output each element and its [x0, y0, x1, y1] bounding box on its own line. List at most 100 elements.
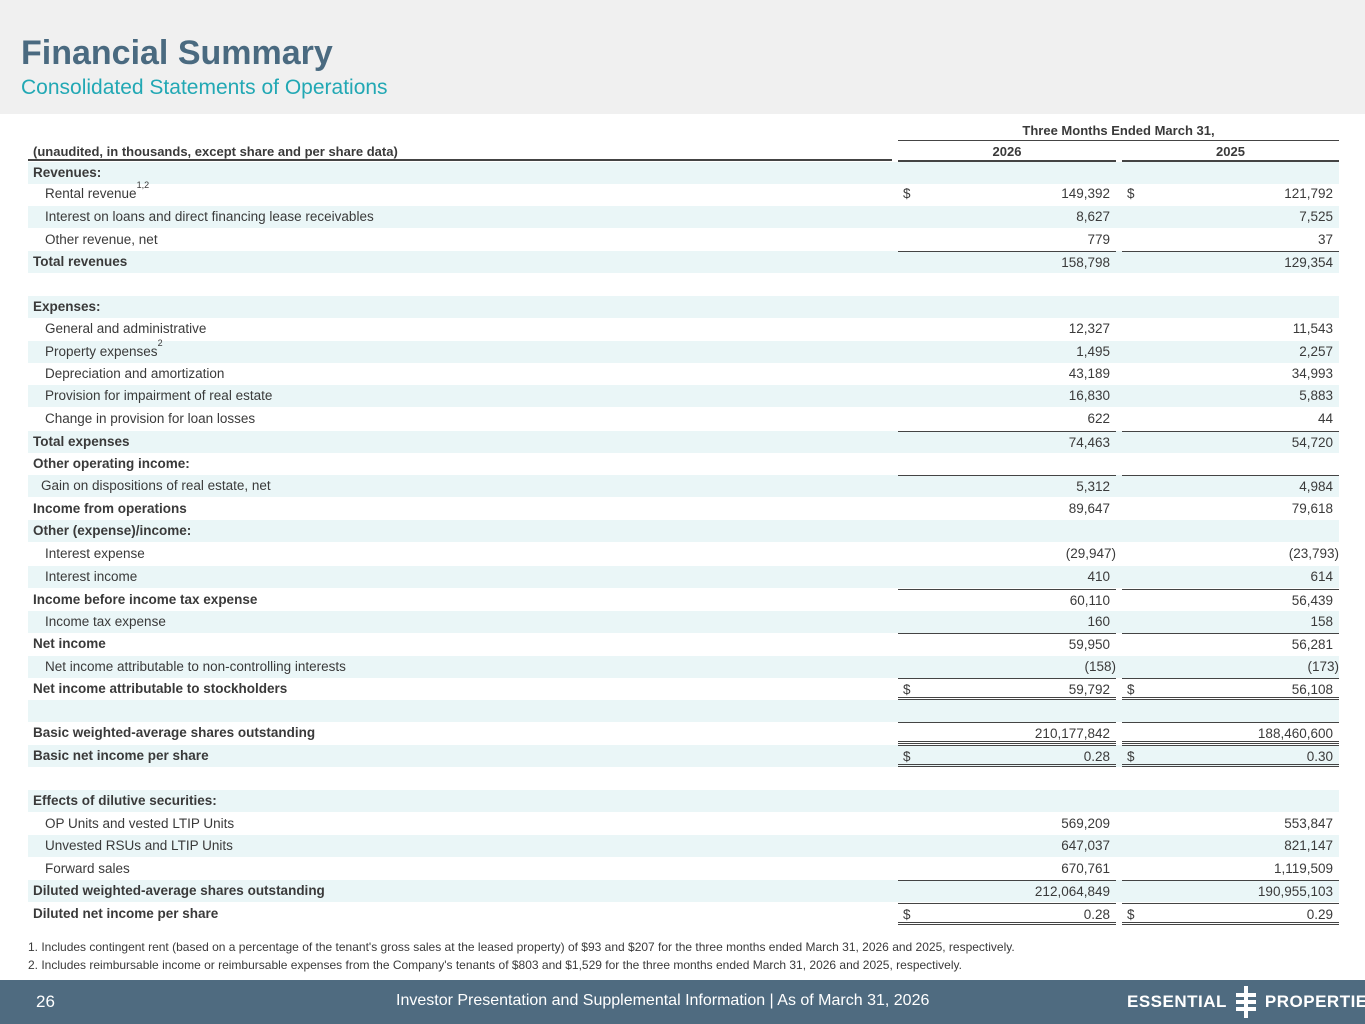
- table-row: Basic net income per share $0.28 $0.30: [28, 745, 1339, 767]
- currency-symbol: $: [903, 682, 911, 697]
- value-cell-2025: 56,281: [1122, 633, 1339, 655]
- table-row: Net income attributable to non-controlli…: [28, 656, 1339, 678]
- value-cell-2025: (23,793): [1122, 543, 1339, 565]
- table-row: Gain on dispositions of real estate, net…: [28, 475, 1339, 497]
- table-row: [28, 273, 1339, 295]
- year-header-2025: 2025: [1122, 142, 1339, 162]
- value-cell-2025: 11,543: [1122, 318, 1339, 340]
- value-cell-2026: 59,950: [898, 633, 1116, 655]
- row-label: Interest income: [45, 569, 138, 584]
- table-row: General and administrative 12,327 11,543: [28, 318, 1339, 340]
- value-cell-2026: 8,627: [898, 206, 1116, 228]
- table-row: Diluted net income per share $0.28 $0.29: [28, 903, 1339, 925]
- value-cell-2026: 16,830: [898, 385, 1116, 407]
- cell-value: 44: [1317, 411, 1333, 426]
- cell-value: 37: [1317, 232, 1333, 247]
- value-cell-2025: 1,119,509: [1122, 858, 1339, 880]
- value-cell-2026: 779: [898, 229, 1116, 251]
- footnotes: 1. Includes contingent rent (based on a …: [28, 938, 1015, 974]
- table-row: Basic weighted-average shares outstandin…: [28, 722, 1339, 744]
- row-label: Basic weighted-average shares outstandin…: [33, 725, 316, 740]
- cell-value: 779: [1087, 232, 1110, 247]
- table-row: Interest expense (29,947) (23,793): [28, 543, 1339, 565]
- table-row: Income before income tax expense 60,110 56…: [28, 589, 1339, 611]
- value-cell-2025: $121,792: [1122, 183, 1339, 205]
- table-row: Expenses:: [28, 296, 1339, 318]
- cell-value: 43,189: [1068, 366, 1110, 381]
- value-cell-2025: 34,993: [1122, 363, 1339, 385]
- footer-bar: 26 Investor Presentation and Supplementa…: [0, 980, 1365, 1024]
- value-cell-2026: 569,209: [898, 813, 1116, 835]
- value-cell-2026: 212,064,849: [898, 880, 1116, 902]
- row-label: Interest on loans and direct financing l…: [45, 209, 374, 224]
- row-label: Interest expense: [45, 546, 145, 561]
- currency-symbol: $: [1127, 749, 1135, 764]
- table-row: Forward sales 670,761 1,119,509: [28, 858, 1339, 880]
- row-label: Diluted weighted-average shares outstand…: [33, 883, 325, 898]
- table-row: Other (expense)/income:: [28, 520, 1339, 542]
- cell-value: 11,543: [1292, 321, 1333, 336]
- footnote-2: 2. Includes reimbursable income or reimb…: [28, 958, 962, 972]
- value-cell-2025: 37: [1122, 229, 1339, 251]
- cell-value: 614: [1310, 569, 1333, 584]
- table-row: Other revenue, net 779 37: [28, 229, 1339, 251]
- cell-value: 410: [1087, 569, 1110, 584]
- table-row: [28, 700, 1339, 722]
- row-label: Net income attributable to non-controlli…: [45, 659, 346, 674]
- cell-value: 12,327: [1068, 321, 1110, 336]
- row-label: Income from operations: [33, 501, 187, 516]
- row-label: Rental revenue1,2: [45, 179, 150, 201]
- row-label: Income tax expense: [45, 614, 166, 629]
- value-cell-2025: 4,984: [1122, 475, 1339, 497]
- currency-symbol: $: [903, 186, 911, 201]
- value-cell-2025: 553,847: [1122, 813, 1339, 835]
- row-label: Basic net income per share: [33, 748, 209, 763]
- footnote-marker: 1,2: [136, 179, 150, 190]
- table-row: [28, 768, 1339, 790]
- cell-value: 34,993: [1291, 366, 1333, 381]
- cell-value: 212,064,849: [1034, 884, 1110, 899]
- cell-value: 56,439: [1291, 593, 1333, 608]
- cell-value: 647,037: [1061, 838, 1110, 853]
- period-heading: Three Months Ended March 31,: [898, 121, 1339, 141]
- table-row: Provision for impairment of real estate 1…: [28, 385, 1339, 407]
- cell-value: (29,947): [1065, 546, 1116, 561]
- cell-value: 5,883: [1299, 388, 1333, 403]
- table-row: Interest on loans and direct financing l…: [28, 206, 1339, 228]
- row-label: Effects of dilutive securities:: [33, 793, 217, 808]
- logo-word-left: ESSENTIAL: [1127, 992, 1227, 1011]
- cell-value: 79,618: [1291, 501, 1333, 516]
- value-cell-2026: 622: [898, 408, 1116, 430]
- row-label: Other revenue, net: [45, 232, 158, 247]
- cell-value: 158,798: [1061, 255, 1110, 270]
- value-cell-2025: 44: [1122, 408, 1339, 430]
- table-row: Net income 59,950 56,281: [28, 633, 1339, 655]
- header-divider: [28, 159, 892, 161]
- value-cell-2026: 1,495: [898, 341, 1116, 363]
- table-row: Change in provision for loan losses 622 44: [28, 408, 1339, 430]
- value-cell-2026: 158,798: [898, 251, 1116, 273]
- cell-value: 4,984: [1299, 479, 1333, 494]
- cell-value: 16,830: [1068, 388, 1110, 403]
- cell-value: (23,793): [1288, 546, 1339, 561]
- row-label: OP Units and vested LTIP Units: [45, 816, 235, 831]
- row-label: Forward sales: [45, 861, 130, 876]
- row-label: Change in provision for loan losses: [45, 411, 256, 426]
- value-cell-2026: 89,647: [898, 498, 1116, 520]
- value-cell-2026: 12,327: [898, 318, 1116, 340]
- page-subtitle: Consolidated Statements of Operations: [21, 76, 388, 99]
- row-label: Total revenues: [33, 254, 128, 269]
- value-cell-2026: $0.28: [898, 903, 1116, 925]
- row-label: Property expenses2: [45, 337, 163, 359]
- value-cell-2026: 43,189: [898, 363, 1116, 385]
- cell-value: (158): [1084, 659, 1116, 674]
- cell-value: 622: [1087, 411, 1110, 426]
- row-label: Provision for impairment of real estate: [45, 388, 273, 403]
- value-cell-2026: $59,792: [898, 678, 1116, 700]
- value-cell-2025: $56,108: [1122, 678, 1339, 700]
- table-row: OP Units and vested LTIP Units 569,209 553…: [28, 813, 1339, 835]
- table-row: Revenues:: [28, 162, 1339, 184]
- row-label: Other operating income:: [33, 456, 190, 471]
- currency-symbol: $: [1127, 907, 1135, 922]
- value-cell-2026: 410: [898, 566, 1116, 588]
